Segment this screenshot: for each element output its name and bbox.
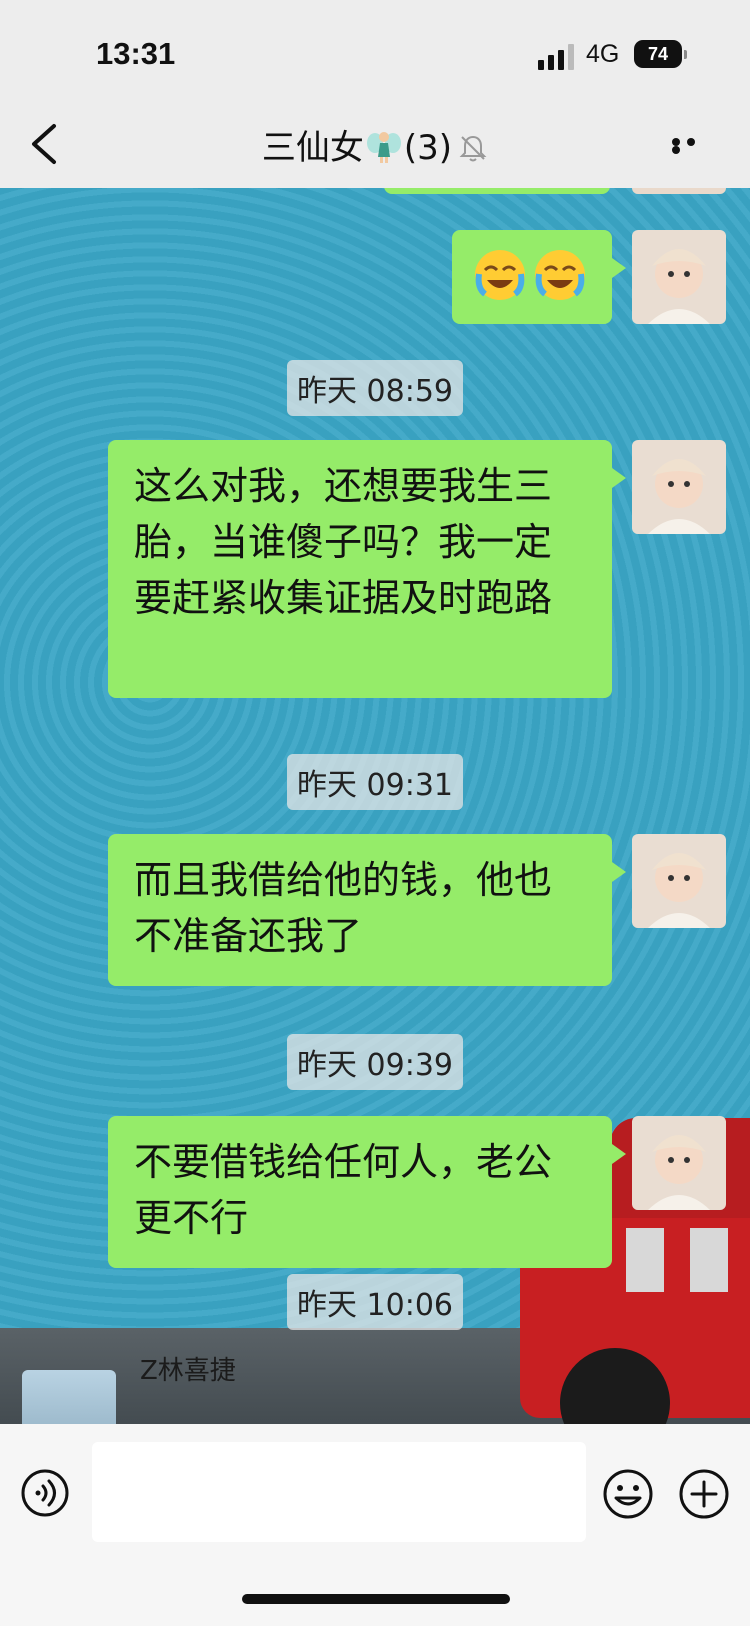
message-text: 不要借钱给任何人，老公更不行: [134, 1140, 553, 1240]
face-with-tears-emoji-icon: [475, 249, 525, 300]
add-attachment-icon[interactable]: [678, 1468, 730, 1520]
baby-avatar-icon: [632, 230, 726, 324]
timestamp: 昨天 09:39: [287, 1034, 463, 1090]
baby-avatar-icon: [632, 440, 726, 534]
voice-input-icon[interactable]: [20, 1468, 70, 1518]
avatar[interactable]: [632, 440, 726, 534]
avatar[interactable]: [632, 188, 726, 194]
mute-bell-icon: [459, 135, 487, 162]
face-with-tears-emoji-icon: [535, 249, 585, 300]
emoji-picker-icon[interactable]: [602, 1468, 654, 1520]
message-text: 这么对我，还想要我生三胎，当谁傻子吗？我一定要赶紧收集证据及时跑路: [134, 464, 553, 620]
sender-name: Z林喜捷: [140, 1356, 236, 1386]
message-bubble[interactable]: 这么对我，还想要我生三胎，当谁傻子吗？我一定要赶紧收集证据及时跑路: [108, 440, 626, 698]
chat-area[interactable]: 昨天 08:59 这么对我，还想要我生三胎，当谁傻子吗？我一定要赶紧收集证据及时…: [0, 188, 750, 1424]
input-bar: [0, 1424, 750, 1626]
chat-title: 三仙女 (3): [0, 120, 750, 169]
message-input[interactable]: [92, 1442, 586, 1542]
member-count: (3): [403, 128, 453, 168]
group-name: 三仙女: [261, 128, 364, 168]
more-options-icon[interactable]: [672, 138, 716, 154]
network-type: 4G: [586, 40, 620, 68]
signal-icon: [538, 44, 576, 70]
baby-avatar-icon: [632, 1116, 726, 1210]
message-text: 而且我借给他的钱，他也不准备还我了: [134, 858, 553, 958]
timestamp: 昨天 09:31: [287, 754, 463, 810]
timestamp: 昨天 08:59: [287, 360, 463, 416]
fairy-emoji-icon: [366, 132, 401, 163]
status-time: 13:31: [96, 36, 176, 71]
previous-message-bubble[interactable]: [384, 188, 610, 194]
timestamp: 昨天 10:06: [287, 1274, 463, 1330]
avatar[interactable]: [632, 1116, 726, 1210]
message-bubble[interactable]: [452, 230, 626, 324]
baby-avatar-icon: [632, 834, 726, 928]
avatar[interactable]: [22, 1370, 116, 1424]
top-bar: 13:31 4G 74 三仙女 (3): [0, 0, 750, 188]
wallpaper-car-window: [690, 1228, 728, 1292]
avatar[interactable]: [632, 834, 726, 928]
avatar[interactable]: [632, 230, 726, 324]
wallpaper-car-window: [626, 1228, 664, 1292]
message-bubble[interactable]: 而且我借给他的钱，他也不准备还我了: [108, 834, 626, 986]
home-indicator[interactable]: [242, 1594, 510, 1604]
message-bubble[interactable]: 不要借钱给任何人，老公更不行: [108, 1116, 626, 1268]
battery-icon: 74: [634, 40, 687, 68]
